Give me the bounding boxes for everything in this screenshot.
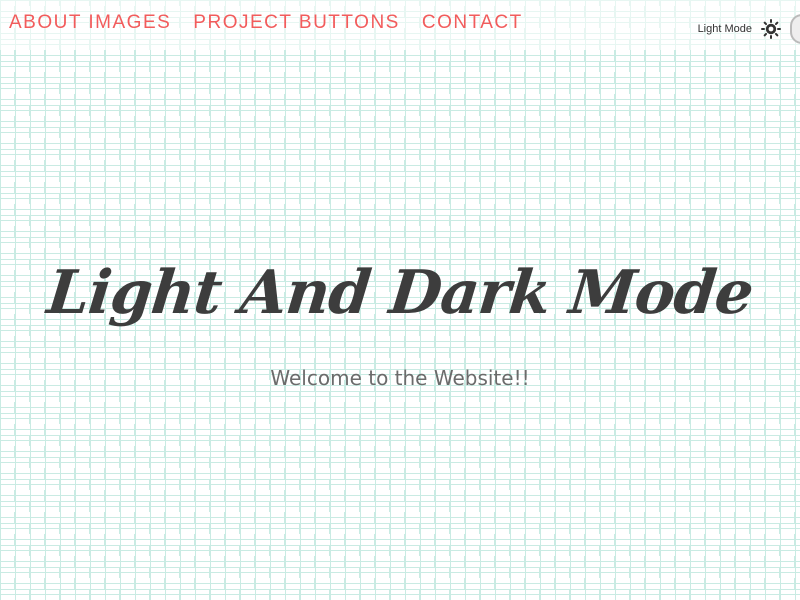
- nav-link-project-buttons[interactable]: PROJECT BUTTONS: [193, 12, 400, 34]
- theme-switcher: Light Mode: [698, 14, 800, 44]
- hero-section: Light And Dark Mode Welcome to the Websi…: [0, 258, 800, 390]
- nav-link-about-images[interactable]: ABOUT IMAGES: [9, 12, 171, 34]
- nav-link-contact[interactable]: CONTACT: [422, 12, 523, 34]
- hero-title: Light And Dark Mode: [43, 258, 757, 328]
- theme-mode-label: Light Mode: [697, 23, 752, 35]
- nav-links: ABOUT IMAGES PROJECT BUTTONS CONTACT: [9, 12, 523, 34]
- sun-icon: [760, 18, 782, 40]
- theme-toggle-switch[interactable]: [790, 14, 800, 44]
- top-navbar: ABOUT IMAGES PROJECT BUTTONS CONTACT Lig…: [0, 0, 800, 50]
- hero-subtitle: Welcome to the Website!!: [270, 366, 530, 390]
